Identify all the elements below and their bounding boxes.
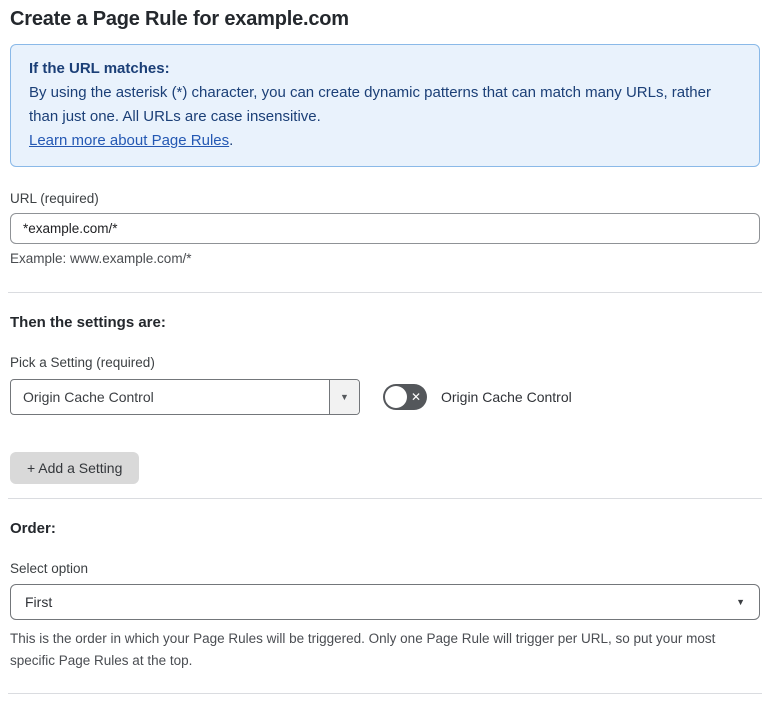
setting-select[interactable]: Origin Cache Control ▼: [10, 379, 360, 415]
page-title: Create a Page Rule for example.com: [10, 8, 349, 30]
divider: [8, 693, 762, 694]
url-match-info-box: If the URL matches: By using the asteris…: [10, 44, 760, 167]
add-setting-button[interactable]: + Add a Setting: [10, 452, 140, 484]
link-period: .: [229, 132, 234, 149]
order-select-label: Select option: [10, 561, 89, 576]
info-box-body: By using the asterisk (*) character, you…: [29, 84, 711, 125]
page-rule-form: Create a Page Rule for example.com If th…: [0, 0, 770, 710]
order-section-heading: Order:: [10, 520, 56, 537]
setting-select-value: Origin Cache Control: [23, 389, 154, 405]
setting-select-arrow-box[interactable]: ▼: [329, 380, 359, 414]
toggle-off-x-icon: ✕: [410, 390, 421, 404]
toggle-knob: [385, 386, 407, 408]
order-select[interactable]: First ▼: [10, 584, 760, 620]
settings-section-heading: Then the settings are:: [10, 314, 166, 331]
divider: [8, 292, 762, 293]
chevron-down-icon: ▼: [340, 392, 349, 402]
order-select-value: First: [25, 594, 53, 610]
info-box-heading: If the URL matches:: [29, 60, 170, 77]
chevron-down-icon: ▼: [736, 597, 745, 607]
learn-more-link[interactable]: Learn more about Page Rules: [29, 132, 229, 149]
divider: [8, 498, 762, 499]
order-help-text: This is the order in which your Page Rul…: [10, 631, 716, 668]
info-box-link-line: Learn more about Page Rules.: [29, 129, 741, 153]
url-input[interactable]: [10, 213, 760, 244]
url-example-text: Example: www.example.com/*: [10, 251, 192, 266]
setting-row: Origin Cache Control ▼ ✕ Origin Cache Co…: [10, 379, 760, 415]
pick-setting-label: Pick a Setting (required): [10, 355, 155, 370]
toggle-label: Origin Cache Control: [441, 389, 572, 405]
origin-cache-control-toggle[interactable]: ✕: [383, 384, 427, 410]
url-label: URL (required): [10, 191, 99, 206]
